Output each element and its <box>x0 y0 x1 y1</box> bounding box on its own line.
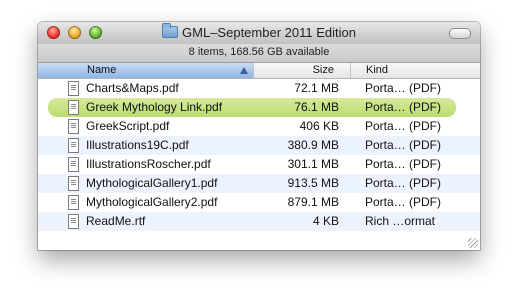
pdf-document-icon <box>68 81 79 96</box>
column-header: Name Size Kind <box>38 63 480 79</box>
pdf-document-icon <box>68 100 79 115</box>
file-name: Greek Mythology Link.pdf <box>86 100 223 114</box>
file-kind: Porta… (PDF) <box>365 81 442 95</box>
file-size: 72.1 MB <box>294 81 339 95</box>
finder-window: GML–September 2011 Edition 8 items, 168.… <box>38 22 480 250</box>
column-header-size[interactable]: Size <box>254 63 351 78</box>
file-kind: Porta… (PDF) <box>365 100 442 114</box>
rtf-document-icon <box>68 214 79 229</box>
file-row[interactable]: Charts&Maps.pdf 72.1 MB Porta… (PDF) <box>38 79 480 98</box>
sort-ascending-icon <box>240 67 248 74</box>
file-row[interactable]: MythologicalGallery2.pdf 879.1 MB Porta…… <box>38 193 480 212</box>
file-name: IllustrationsRoscher.pdf <box>86 157 211 171</box>
file-size: 301.1 MB <box>287 157 339 171</box>
column-header-kind[interactable]: Kind <box>351 63 480 78</box>
file-kind: Porta… (PDF) <box>365 157 442 171</box>
file-name: ReadMe.rtf <box>86 214 146 228</box>
file-kind: Porta… (PDF) <box>365 176 442 190</box>
toolbar-toggle-button[interactable] <box>449 28 471 39</box>
file-row[interactable]: GreekScript.pdf 406 KB Porta… (PDF) <box>38 117 480 136</box>
window-title-text: GML–September 2011 Edition <box>182 25 356 40</box>
file-kind: Porta… (PDF) <box>365 138 442 152</box>
file-row[interactable]: MythologicalGallery1.pdf 913.5 MB Porta…… <box>38 174 480 193</box>
file-row[interactable]: ReadMe.rtf 4 KB Rich …ormat <box>38 212 480 231</box>
column-header-name-label: Name <box>87 64 117 76</box>
file-kind: Porta… (PDF) <box>365 195 442 209</box>
file-size: 380.9 MB <box>287 138 339 152</box>
folder-icon <box>162 23 179 38</box>
file-name: MythologicalGallery1.pdf <box>86 176 218 190</box>
file-size: 76.1 MB <box>294 100 339 114</box>
file-name: MythologicalGallery2.pdf <box>86 195 218 209</box>
file-list: Charts&Maps.pdf 72.1 MB Porta… (PDF) Gre… <box>38 79 480 231</box>
file-row[interactable]: IllustrationsRoscher.pdf 301.1 MB Porta…… <box>38 155 480 174</box>
file-size: 406 KB <box>299 119 339 133</box>
pdf-document-icon <box>68 195 79 210</box>
file-kind: Porta… (PDF) <box>365 119 442 133</box>
pdf-document-icon <box>68 119 79 134</box>
file-kind: Rich …ormat <box>365 214 436 228</box>
file-name: GreekScript.pdf <box>86 119 170 133</box>
title-bar[interactable]: GML–September 2011 Edition <box>38 22 480 45</box>
file-name: Charts&Maps.pdf <box>86 81 179 95</box>
file-size: 4 KB <box>312 214 339 228</box>
file-name: Illustrations19C.pdf <box>86 138 189 152</box>
pdf-document-icon <box>68 176 79 191</box>
file-size: 913.5 MB <box>287 176 339 190</box>
resize-grip[interactable] <box>468 238 478 248</box>
file-row[interactable]: Greek Mythology Link.pdf 76.1 MB Porta… … <box>48 98 456 117</box>
file-row[interactable]: Illustrations19C.pdf 380.9 MB Porta… (PD… <box>38 136 480 155</box>
pdf-document-icon <box>68 138 79 153</box>
pdf-document-icon <box>68 157 79 172</box>
status-bar: 8 items, 168.56 GB available <box>38 44 480 63</box>
window-title: GML–September 2011 Edition <box>38 23 480 40</box>
file-size: 879.1 MB <box>287 195 339 209</box>
column-header-name[interactable]: Name <box>38 63 254 78</box>
